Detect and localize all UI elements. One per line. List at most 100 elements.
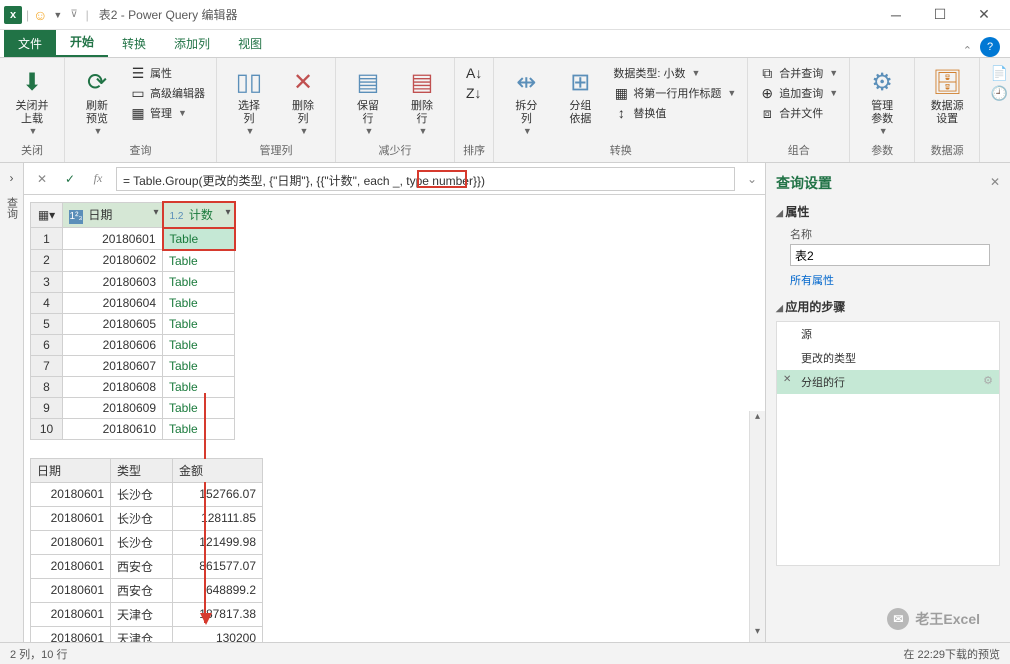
cancel-formula-icon[interactable]: ✕ bbox=[32, 172, 52, 186]
datatype-button[interactable]: 数据类型: 小数▼ bbox=[610, 64, 739, 82]
smiley-icon[interactable]: ☺ bbox=[33, 7, 47, 23]
table-row[interactable]: 20180601 长沙仓 128111.85 bbox=[31, 506, 263, 530]
new-source-button[interactable]: 📄新建源▼ bbox=[988, 64, 1010, 82]
cell-date[interactable]: 20180609 bbox=[63, 397, 163, 418]
qat-dropdown[interactable]: ⊽ bbox=[70, 9, 77, 20]
table-row[interactable]: 20180601 天津仓 187817.38 bbox=[31, 602, 263, 626]
dropdown-icon[interactable]: ▼ bbox=[53, 10, 62, 20]
table-row[interactable]: 7 20180607 Table bbox=[31, 355, 235, 376]
cell-count[interactable]: Table bbox=[163, 228, 235, 250]
tab-addcolumn[interactable]: 添加列 bbox=[160, 30, 224, 57]
advanced-editor-button[interactable]: ▭高级编辑器 bbox=[127, 84, 208, 102]
table-row[interactable]: 5 20180605 Table bbox=[31, 313, 235, 334]
row-header[interactable]: 2 bbox=[31, 250, 63, 272]
table-row[interactable]: 20180601 西安仓 648899.2 bbox=[31, 578, 263, 602]
filter-dropdown-icon[interactable]: ▾ bbox=[153, 207, 158, 218]
table-row[interactable]: 20180601 天津仓 130200 bbox=[31, 626, 263, 642]
sort-asc-button[interactable]: A↓ bbox=[463, 64, 485, 82]
properties-header[interactable]: 属性 bbox=[776, 203, 1000, 220]
cell-date[interactable]: 20180608 bbox=[63, 376, 163, 397]
table-row[interactable]: 1 20180601 Table bbox=[31, 228, 235, 250]
collapse-ribbon-icon[interactable]: ⌃ bbox=[963, 44, 972, 57]
cell-date[interactable]: 20180607 bbox=[63, 355, 163, 376]
expand-nav-icon[interactable]: › bbox=[10, 171, 14, 185]
detail-col-type[interactable]: 类型 bbox=[111, 458, 173, 482]
applied-step[interactable]: 源 bbox=[777, 322, 999, 346]
table-row[interactable]: 3 20180603 Table bbox=[31, 271, 235, 292]
fx-icon[interactable]: fx bbox=[88, 171, 108, 186]
maximize-button[interactable]: ☐ bbox=[918, 0, 962, 30]
applied-step[interactable]: 分组的行⚙ bbox=[777, 370, 999, 394]
datasource-settings-button[interactable]: 🗄 数据源 设置 bbox=[923, 62, 971, 130]
combine-files-button[interactable]: ⧈合并文件 bbox=[756, 104, 841, 122]
row-header[interactable]: 7 bbox=[31, 355, 63, 376]
help-icon[interactable]: ? bbox=[980, 37, 1000, 57]
remove-rows-button[interactable]: ▤ 删除 行 ▼ bbox=[398, 62, 446, 140]
cell-count[interactable]: Table bbox=[163, 418, 235, 439]
applied-step[interactable]: 更改的类型 bbox=[777, 346, 999, 370]
row-header[interactable]: 3 bbox=[31, 271, 63, 292]
close-button[interactable]: ✕ bbox=[962, 0, 1006, 30]
table-icon-cell[interactable]: ▦▾ bbox=[31, 202, 63, 228]
applied-steps-header[interactable]: 应用的步骤 bbox=[776, 298, 1000, 315]
cell-date[interactable]: 20180606 bbox=[63, 334, 163, 355]
column-header-date[interactable]: 1²₃ 日期 ▾ bbox=[63, 202, 163, 228]
all-properties-link[interactable]: 所有属性 bbox=[790, 272, 1000, 288]
accept-formula-icon[interactable]: ✓ bbox=[60, 172, 80, 186]
cell-count[interactable]: Table bbox=[163, 313, 235, 334]
row-header[interactable]: 5 bbox=[31, 313, 63, 334]
cell-date[interactable]: 20180605 bbox=[63, 313, 163, 334]
filter-dropdown-icon[interactable]: ▾ bbox=[225, 207, 230, 218]
merge-queries-button[interactable]: ⧉合并查询▼ bbox=[756, 64, 841, 82]
row-header[interactable]: 8 bbox=[31, 376, 63, 397]
tab-home[interactable]: 开始 bbox=[56, 28, 108, 57]
row-header[interactable]: 9 bbox=[31, 397, 63, 418]
row-header[interactable]: 4 bbox=[31, 292, 63, 313]
remove-columns-button[interactable]: ✕ 删除 列 ▼ bbox=[279, 62, 327, 140]
cell-date[interactable]: 20180610 bbox=[63, 418, 163, 439]
cell-count[interactable]: Table bbox=[163, 292, 235, 313]
replace-values-button[interactable]: ↕替换值 bbox=[610, 104, 739, 122]
choose-columns-button[interactable]: ▯▯ 选择 列 ▼ bbox=[225, 62, 273, 140]
cell-count[interactable]: Table bbox=[163, 250, 235, 272]
cell-count[interactable]: Table bbox=[163, 397, 235, 418]
keep-rows-button[interactable]: ▤ 保留 行 ▼ bbox=[344, 62, 392, 140]
group-by-button[interactable]: ⊞ 分组 依据 bbox=[556, 62, 604, 130]
row-header[interactable]: 10 bbox=[31, 418, 63, 439]
tab-file[interactable]: 文件 bbox=[4, 30, 56, 57]
first-row-header-button[interactable]: ▦将第一行用作标题▼ bbox=[610, 84, 739, 102]
row-header[interactable]: 1 bbox=[31, 228, 63, 250]
table-row[interactable]: 20180601 西安仓 861577.07 bbox=[31, 554, 263, 578]
cell-count[interactable]: Table bbox=[163, 334, 235, 355]
query-name-input[interactable] bbox=[790, 244, 990, 266]
cell-count[interactable]: Table bbox=[163, 271, 235, 292]
scroll-up-icon[interactable]: ▴ bbox=[750, 411, 765, 427]
tab-view[interactable]: 视图 bbox=[224, 30, 276, 57]
close-panel-icon[interactable]: ✕ bbox=[990, 175, 1000, 189]
recent-sources-button[interactable]: 🕘最近使用的源▼ bbox=[988, 84, 1010, 102]
tab-transform[interactable]: 转换 bbox=[108, 30, 160, 57]
step-gear-icon[interactable]: ⚙ bbox=[983, 374, 993, 387]
row-header[interactable]: 6 bbox=[31, 334, 63, 355]
manage-button[interactable]: ▦管理▼ bbox=[127, 104, 208, 122]
manage-params-button[interactable]: ⚙ 管理 参数 ▼ bbox=[858, 62, 906, 140]
cell-count[interactable]: Table bbox=[163, 355, 235, 376]
scroll-down-icon[interactable]: ▾ bbox=[750, 626, 765, 642]
table-row[interactable]: 6 20180606 Table bbox=[31, 334, 235, 355]
close-load-button[interactable]: ⬇ 关闭并 上载 ▼ bbox=[8, 62, 56, 140]
table-row[interactable]: 2 20180602 Table bbox=[31, 250, 235, 272]
preview-scrollbar[interactable]: ▴ ▾ bbox=[749, 411, 765, 642]
table-row[interactable]: 20180601 长沙仓 152766.07 bbox=[31, 482, 263, 506]
cell-date[interactable]: 20180604 bbox=[63, 292, 163, 313]
cell-date[interactable]: 20180603 bbox=[63, 271, 163, 292]
refresh-preview-button[interactable]: ⟳ 刷新 预览 ▼ bbox=[73, 62, 121, 140]
table-row[interactable]: 4 20180604 Table bbox=[31, 292, 235, 313]
formula-dropdown-icon[interactable]: ⌄ bbox=[747, 172, 757, 186]
detail-col-date[interactable]: 日期 bbox=[31, 458, 111, 482]
properties-button[interactable]: ☰属性 bbox=[127, 64, 208, 82]
detail-col-amount[interactable]: 金额 bbox=[173, 458, 263, 482]
formula-input[interactable]: = Table.Group(更改的类型, {"日期"}, {{"计数", eac… bbox=[116, 167, 735, 191]
cell-count[interactable]: Table bbox=[163, 376, 235, 397]
split-column-button[interactable]: ⇹ 拆分 列 ▼ bbox=[502, 62, 550, 140]
table-row[interactable]: 20180601 长沙仓 121499.98 bbox=[31, 530, 263, 554]
